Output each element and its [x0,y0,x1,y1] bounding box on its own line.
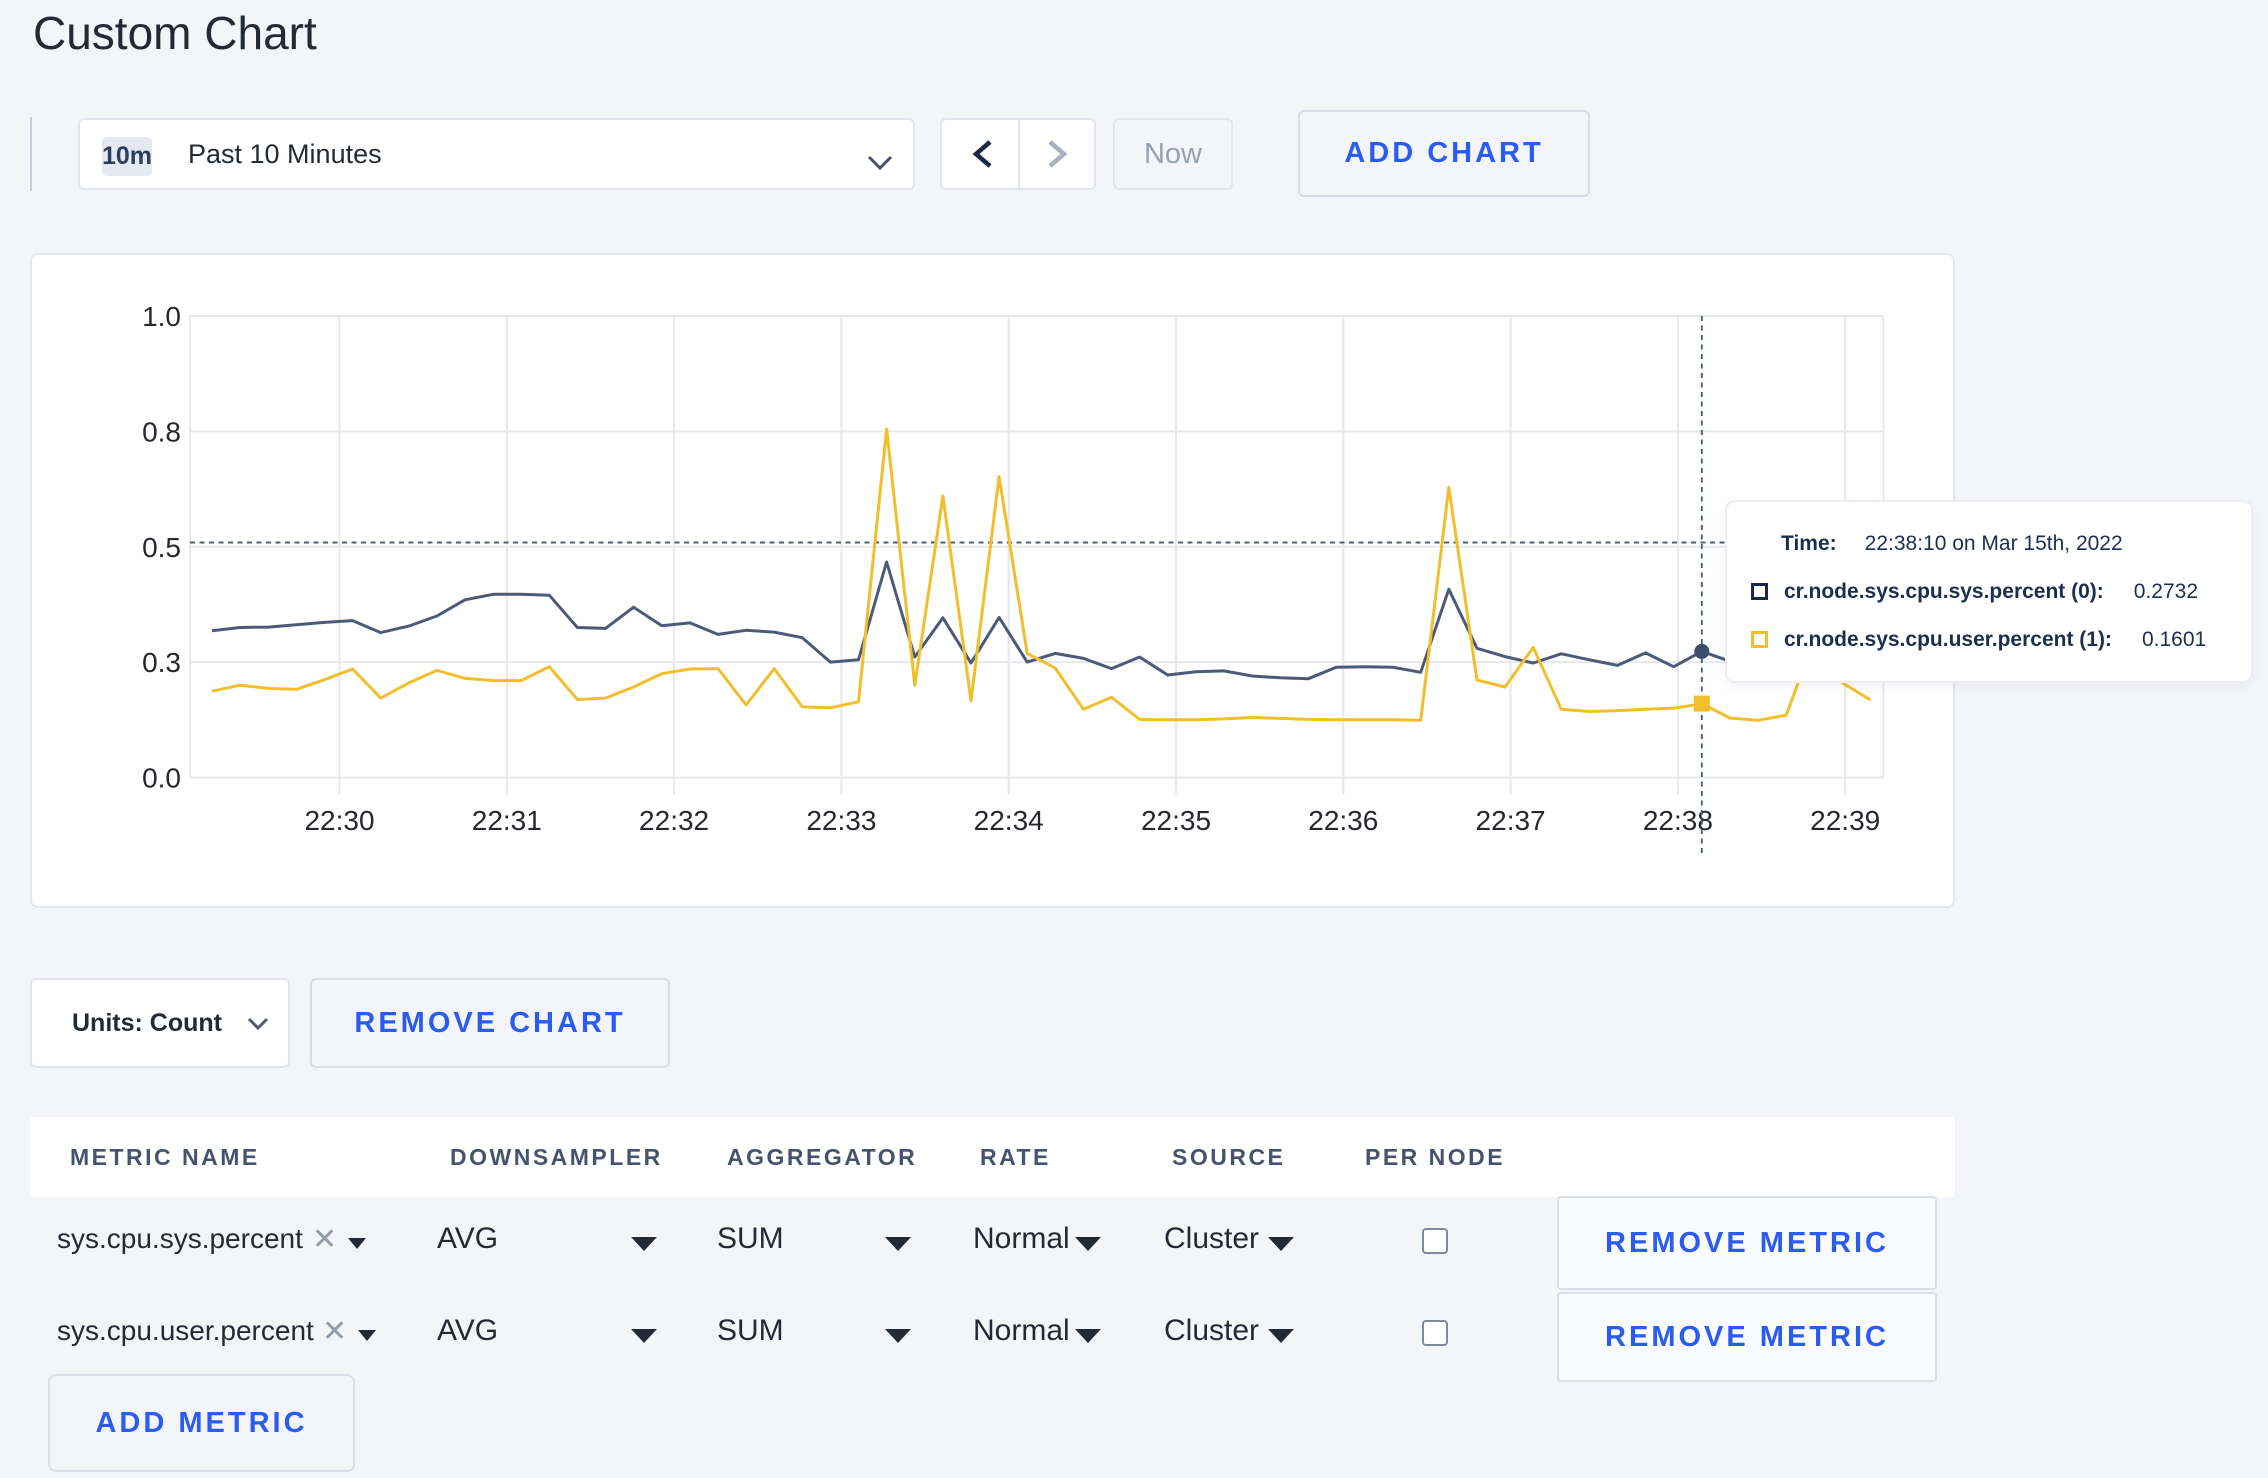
svg-text:22:35: 22:35 [1141,805,1211,836]
svg-text:22:31: 22:31 [472,805,542,836]
svg-text:22:33: 22:33 [806,805,876,836]
svg-text:22:30: 22:30 [304,805,374,836]
svg-text:0.5: 0.5 [142,532,181,563]
svg-text:22:32: 22:32 [639,805,709,836]
svg-text:0.0: 0.0 [142,763,181,794]
svg-text:22:39: 22:39 [1810,805,1880,836]
svg-text:22:36: 22:36 [1308,805,1378,836]
svg-text:0.3: 0.3 [142,647,181,678]
svg-text:1.0: 1.0 [142,301,181,332]
svg-text:22:34: 22:34 [974,805,1044,836]
svg-text:22:37: 22:37 [1476,805,1546,836]
svg-text:0.8: 0.8 [142,416,181,447]
